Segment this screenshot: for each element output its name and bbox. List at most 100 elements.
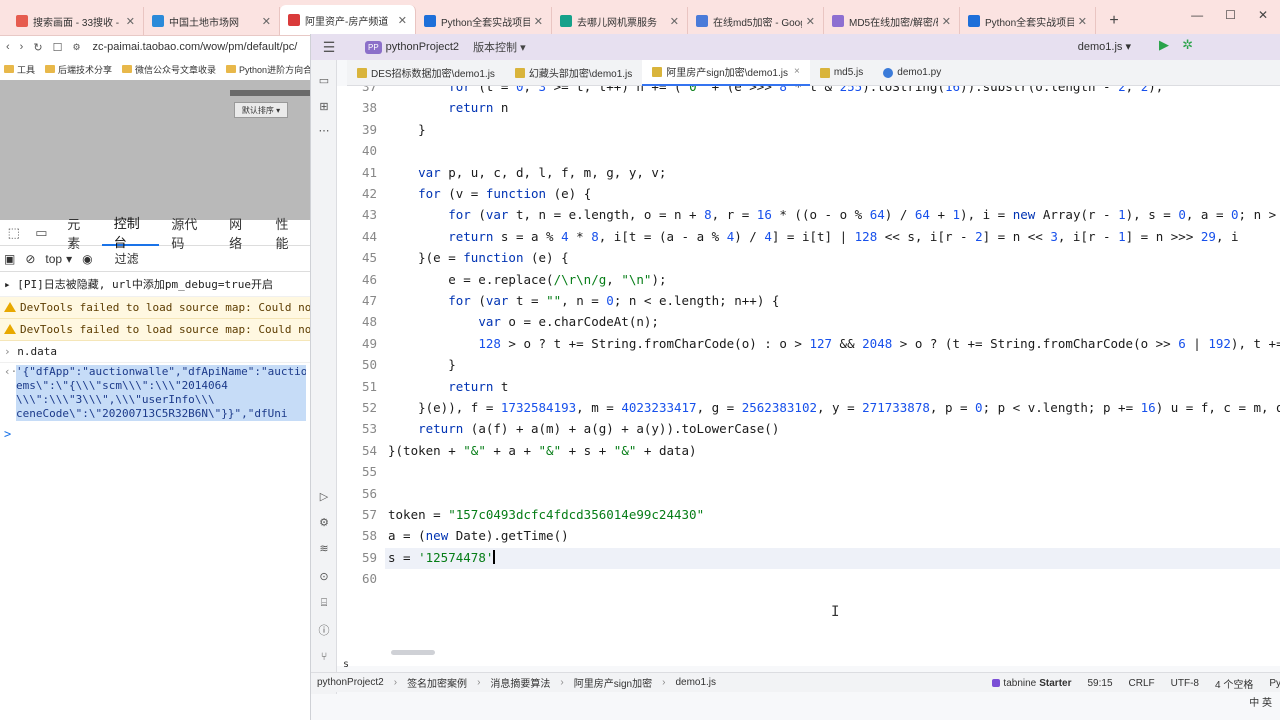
- code-line[interactable]: for (var t, n = e.length, o = n + 8, r =…: [388, 207, 1280, 222]
- bookmark-tools[interactable]: 工具: [4, 63, 35, 76]
- interpreter[interactable]: Py: [1269, 678, 1280, 689]
- sidebar-toggle-icon[interactable]: ▣: [4, 252, 15, 266]
- close-tab-icon[interactable]: ✕: [398, 14, 407, 27]
- indent-setting[interactable]: 4 个空格: [1215, 676, 1253, 691]
- browser-tab[interactable]: Python全套实战项目班V4| Pro ✕: [416, 7, 552, 35]
- device-toolbar-icon[interactable]: ▭: [28, 225, 56, 241]
- tab-sources[interactable]: 源代码: [159, 217, 217, 251]
- bookmark-python[interactable]: Python进阶方向合集: [226, 63, 310, 76]
- console-prompt[interactable]: >: [0, 425, 310, 443]
- run-config-selector[interactable]: demo1.js ▾: [1078, 40, 1131, 53]
- sort-button[interactable]: 默认排序 ▾: [234, 102, 288, 118]
- browser-tab[interactable]: MD5在线加密/解密/破解—MD ✕: [824, 7, 960, 35]
- code-line[interactable]: var p, u, c, d, l, f, m, g, y, v;: [388, 165, 666, 180]
- bookmark-backend[interactable]: 后端技术分享: [45, 63, 112, 76]
- file-encoding[interactable]: UTF-8: [1171, 678, 1199, 689]
- browser-tab[interactable]: 在线md5加密 - Google 搜索 ✕: [688, 7, 824, 35]
- code-line[interactable]: }(e)), f = 1732584193, m = 4023233417, g…: [388, 400, 1280, 415]
- clear-console-icon[interactable]: ⊘: [25, 252, 35, 266]
- forward-icon[interactable]: ›: [20, 41, 24, 53]
- line-separator[interactable]: CRLF: [1129, 678, 1155, 689]
- code-line[interactable]: e = e.replace(/\r\n/g, "\n");: [388, 272, 666, 287]
- problems-icon[interactable]: ⓘ: [317, 624, 331, 638]
- editor-tab[interactable]: md5.js: [810, 60, 873, 86]
- tab-console[interactable]: 控制台: [101, 216, 160, 250]
- code-line[interactable]: return t: [388, 379, 508, 394]
- bookmark-wechat[interactable]: 微信公众号文章收录: [122, 63, 216, 76]
- maximize-icon[interactable]: ☐: [1225, 8, 1236, 22]
- url-field[interactable]: zc-paimai.taobao.com/wow/pm/default/pc/: [93, 41, 298, 53]
- editor-tab[interactable]: 幻藏头部加密\demo1.js: [505, 60, 642, 86]
- editor-tab[interactable]: 阿里房产sign加密\demo1.js ×: [642, 59, 810, 86]
- browser-tab[interactable]: Python全套实战项目班V4| Pro ✕: [960, 7, 1096, 35]
- site-info-icon[interactable]: ⚙: [72, 42, 80, 53]
- tab-elements[interactable]: 元素: [55, 217, 101, 251]
- code-line[interactable]: for (v = function (e) {: [388, 186, 591, 201]
- code-editor[interactable]: 37 38 39 40 41 42 43 44 45 46 47 48 49 50 51 52 53 54 55 56…: [337, 86, 1280, 666]
- python-console-icon[interactable]: ⚙: [317, 516, 331, 530]
- editor-tab[interactable]: demo1.py: [873, 60, 951, 86]
- code-line[interactable]: }: [388, 122, 426, 137]
- filter-input[interactable]: 过滤: [115, 250, 139, 267]
- code-line[interactable]: token = "157c0493dcfc4fdcd356014e99c2443…: [388, 507, 704, 522]
- close-tab-icon[interactable]: ✕: [942, 15, 951, 28]
- minimize-icon[interactable]: —: [1191, 8, 1203, 22]
- close-tab-icon[interactable]: ✕: [1078, 15, 1087, 28]
- new-tab-button[interactable]: +: [1102, 7, 1126, 35]
- git-icon[interactable]: ⑂: [317, 650, 331, 664]
- code-line[interactable]: return (a(f) + a(m) + a(g) + a(y)).toLow…: [388, 421, 779, 436]
- tabnine-status[interactable]: tabnine Starter: [992, 678, 1071, 689]
- eye-icon[interactable]: ◉: [82, 252, 92, 266]
- code-line[interactable]: }: [388, 357, 456, 372]
- close-tab-icon[interactable]: ✕: [262, 15, 271, 28]
- vcs-menu[interactable]: 版本控制 ▾: [473, 39, 526, 55]
- tab-network[interactable]: 网络: [217, 217, 263, 251]
- horizontal-scrollbar[interactable]: [391, 650, 435, 655]
- terminal-icon[interactable]: ⌸: [317, 596, 331, 610]
- context-selector[interactable]: top ▾: [45, 252, 72, 266]
- close-tab-icon[interactable]: ×: [794, 66, 800, 77]
- code-line[interactable]: for (var t = "", n = 0; n < e.length; n+…: [388, 293, 779, 308]
- breadcrumb-item[interactable]: pythonProject2: [317, 677, 384, 688]
- project-folder-icon[interactable]: ▭: [317, 74, 331, 88]
- browser-tab[interactable]: 中国土地市场网 ✕: [144, 7, 280, 35]
- breadcrumb-item[interactable]: 阿里房产sign加密: [574, 675, 652, 690]
- cursor-position[interactable]: 59:15: [1087, 678, 1112, 689]
- debug-icon[interactable]: ✲: [1182, 37, 1193, 53]
- more-tools-icon[interactable]: ⋯: [317, 124, 331, 138]
- code-line[interactable]: }(e = function (e) {: [388, 250, 569, 265]
- close-tab-icon[interactable]: ✕: [534, 15, 543, 28]
- code-line[interactable]: s = '12574478': [388, 549, 495, 565]
- code-line[interactable]: for (t = 0, 3 >= t; t++) n += ("0" + (e …: [388, 86, 1163, 94]
- inspect-icon[interactable]: ⬚: [0, 225, 28, 241]
- project-selector[interactable]: pythonProject2: [386, 41, 459, 53]
- close-window-icon[interactable]: ✕: [1258, 8, 1268, 22]
- browser-tab[interactable]: 阿里资产-房产频道 ✕: [280, 5, 416, 35]
- main-menu-icon[interactable]: ☰: [311, 39, 347, 56]
- bookmark-icon[interactable]: ☐: [53, 41, 63, 54]
- browser-tab[interactable]: 去哪儿网机票服务 ✕: [552, 7, 688, 35]
- browser-tab[interactable]: 搜索画面 - 33搜收 - 视频被面试 ✕: [8, 7, 144, 35]
- back-icon[interactable]: ‹: [6, 41, 10, 53]
- code-line[interactable]: var o = e.charCodeAt(n);: [388, 314, 659, 329]
- breadcrumb-item[interactable]: 消息摘要算法: [490, 675, 550, 690]
- services-icon[interactable]: ⊙: [317, 570, 331, 584]
- layers-icon[interactable]: ≋: [317, 542, 331, 556]
- code-line[interactable]: 128 > o ? t += String.fromCharCode(o) : …: [388, 336, 1280, 351]
- close-tab-icon[interactable]: ✕: [126, 15, 135, 28]
- code-line[interactable]: a = (new Date).getTime(): [388, 528, 569, 543]
- close-tab-icon[interactable]: ✕: [806, 15, 815, 28]
- code-line[interactable]: return s = a % 4 * 8, i[t = (a - a % 4) …: [388, 229, 1238, 244]
- code-line[interactable]: return n: [388, 100, 508, 115]
- breadcrumb-item[interactable]: demo1.js: [675, 677, 716, 688]
- console-output[interactable]: ‹· '{"dfApp":"auctionwalle","dfApiName":…: [0, 363, 310, 425]
- breadcrumb-item[interactable]: 签名加密案例: [407, 675, 467, 690]
- run-icon[interactable]: ▶: [1159, 37, 1169, 53]
- code-line[interactable]: }(token + "&" + a + "&" + s + "&" + data…: [388, 443, 697, 458]
- close-tab-icon[interactable]: ✕: [670, 15, 679, 28]
- structure-icon[interactable]: ⊞: [317, 100, 331, 114]
- run-tool-icon[interactable]: ▷: [317, 490, 331, 504]
- tab-performance[interactable]: 性能: [264, 217, 310, 251]
- editor-tab[interactable]: DES招标数据加密\demo1.js: [347, 60, 505, 86]
- reload-icon[interactable]: ↻: [33, 41, 42, 54]
